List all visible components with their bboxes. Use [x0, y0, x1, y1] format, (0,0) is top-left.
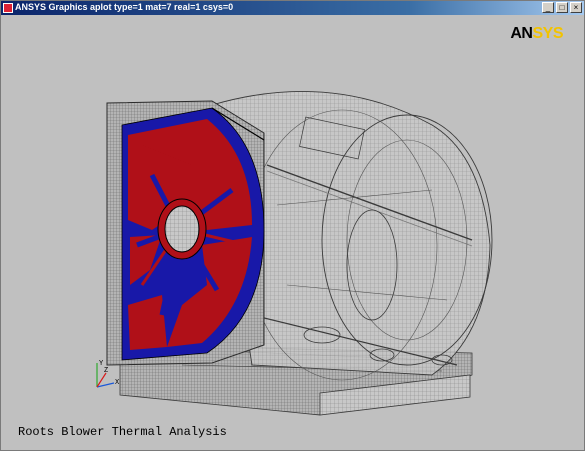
- window-title: ANSYS Graphics aplot type=1 mat=7 real=1…: [15, 2, 234, 12]
- ansys-graphics-window: ANSYS Graphics aplot type=1 mat=7 real=1…: [0, 0, 585, 451]
- title-bar[interactable]: ANSYS Graphics aplot type=1 mat=7 real=1…: [1, 1, 584, 15]
- ansys-app-icon: [3, 3, 13, 13]
- logo-part-an: AN: [510, 25, 533, 42]
- graphics-viewport[interactable]: Y X Z ANSYS Roots Blower Thermal Analysi…: [2, 15, 583, 449]
- ansys-logo: ANSYS: [510, 25, 563, 43]
- triad-z-label: Z: [104, 367, 108, 375]
- triad-x-label: X: [115, 379, 120, 387]
- maximize-button[interactable]: □: [556, 2, 568, 13]
- minimize-button[interactable]: _: [542, 2, 554, 13]
- plot-caption: Roots Blower Thermal Analysis: [18, 425, 227, 439]
- logo-part-sys: SYS: [532, 25, 563, 42]
- window-controls: _ □ ×: [542, 2, 582, 14]
- model-render: Y X Z: [96, 90, 493, 416]
- close-button[interactable]: ×: [570, 2, 582, 13]
